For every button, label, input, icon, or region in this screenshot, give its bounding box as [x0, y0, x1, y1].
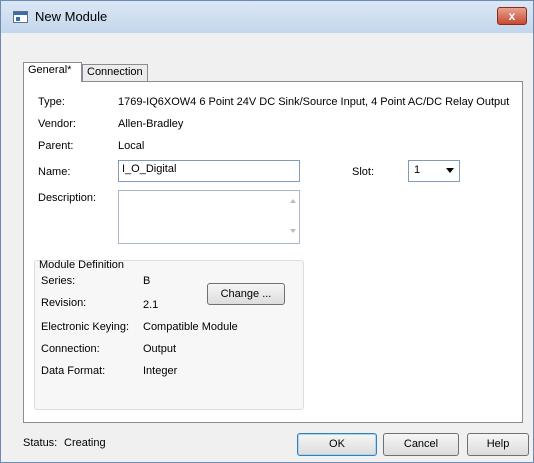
data-format-value: Integer	[143, 365, 178, 377]
general-tab-panel: Type: 1769-IQ6XOW4 6 Point 24V DC Sink/S…	[23, 81, 523, 423]
parent-label: Parent:	[38, 140, 74, 152]
revision-label: Revision:	[41, 297, 87, 309]
window-icon	[13, 11, 28, 23]
new-module-dialog: New Module x General* Connection Type: 1…	[0, 0, 534, 463]
data-format-label: Data Format:	[41, 365, 106, 377]
tab-general[interactable]: General*	[23, 62, 82, 82]
slot-value: 1	[414, 164, 421, 176]
vendor-label: Vendor:	[38, 118, 76, 130]
module-definition-group: Module Definition Series: B Change ... R…	[34, 259, 304, 410]
type-value: 1769-IQ6XOW4 6 Point 24V DC Sink/Source …	[118, 96, 510, 108]
ok-button[interactable]: OK	[297, 433, 377, 456]
change-button[interactable]: Change ...	[207, 283, 285, 305]
help-button[interactable]: Help	[467, 433, 529, 456]
series-value: B	[143, 275, 151, 287]
type-label: Type:	[38, 96, 65, 108]
name-input[interactable]: I_O_Digital	[118, 160, 300, 182]
name-input-value: I_O_Digital	[122, 163, 177, 175]
title-bar: New Module x	[1, 1, 533, 33]
connection-value: Output	[143, 343, 177, 355]
parent-value: Local	[118, 140, 145, 152]
close-button[interactable]: x	[497, 7, 527, 25]
description-label: Description:	[38, 192, 97, 204]
series-label: Series:	[41, 275, 76, 287]
scroll-down-icon	[290, 229, 296, 233]
electronic-keying-label: Electronic Keying:	[41, 321, 130, 333]
revision-value: 2.1	[143, 299, 159, 311]
module-definition-title: Module Definition	[39, 259, 124, 271]
electronic-keying-value: Compatible Module	[143, 321, 238, 333]
connection-label: Connection:	[41, 343, 100, 355]
chevron-down-icon	[446, 168, 454, 173]
status-value: Creating	[64, 437, 106, 449]
status-label: Status:	[23, 437, 58, 449]
slot-dropdown[interactable]: 1	[408, 160, 460, 182]
description-textarea[interactable]	[118, 190, 300, 244]
name-label: Name:	[38, 166, 71, 178]
tab-connection[interactable]: Connection	[82, 64, 148, 81]
cancel-button[interactable]: Cancel	[383, 433, 459, 456]
scroll-up-icon	[290, 199, 296, 203]
window-title: New Module	[35, 9, 108, 24]
vendor-value: Allen-Bradley	[118, 118, 184, 130]
slot-label: Slot:	[352, 166, 375, 178]
